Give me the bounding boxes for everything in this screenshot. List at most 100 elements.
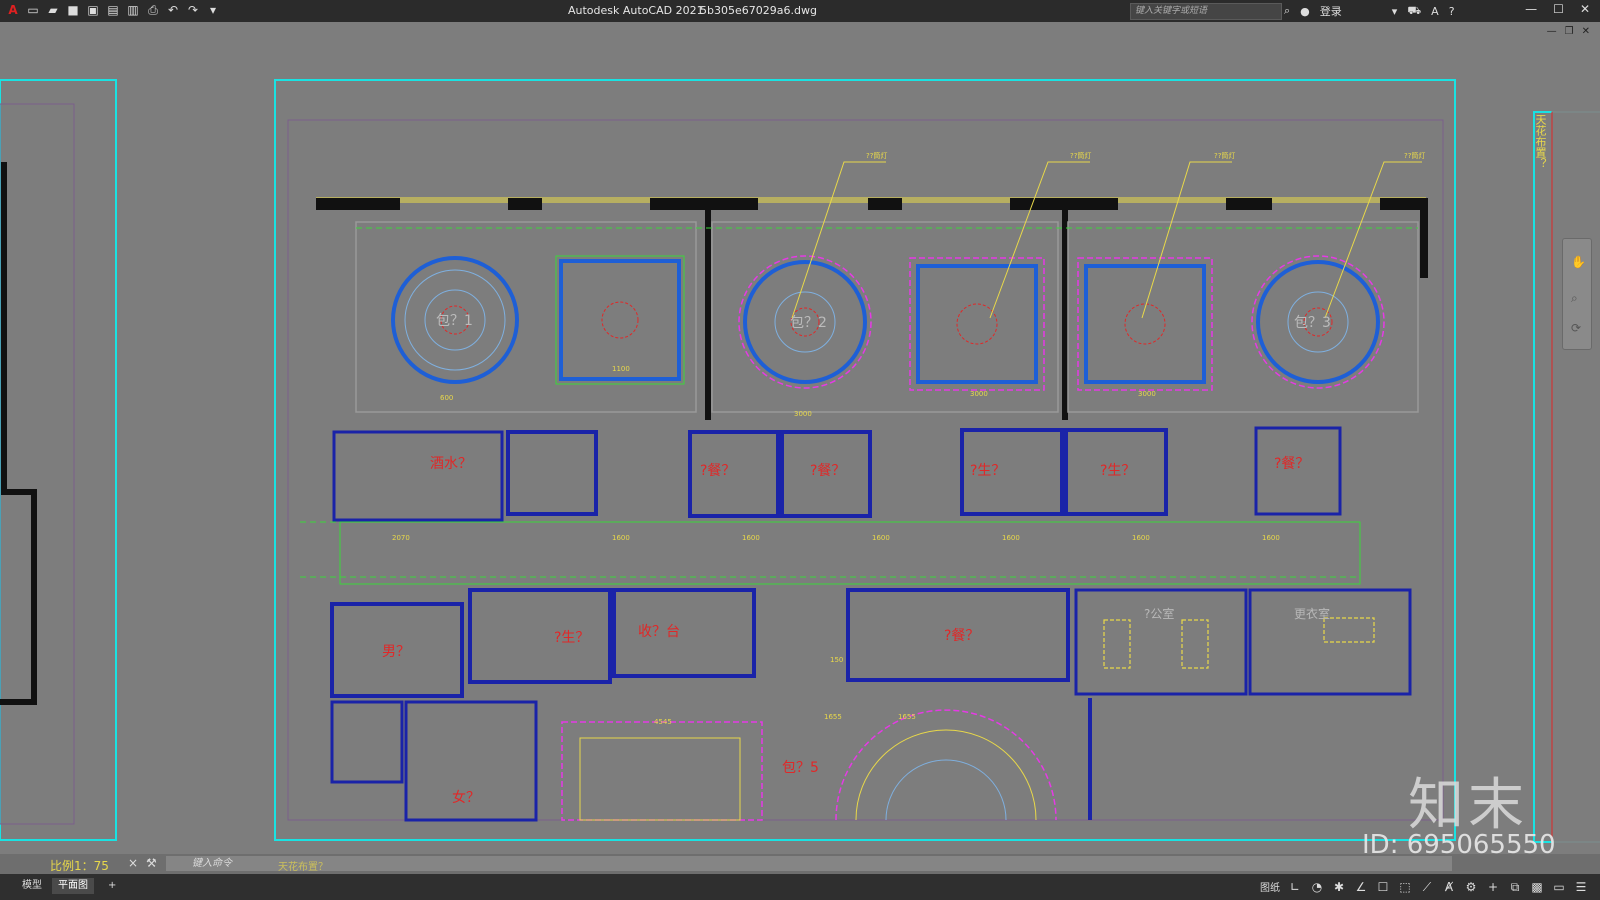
- publish-icon[interactable]: ▥: [126, 3, 140, 17]
- units-icon[interactable]: +: [1486, 880, 1500, 894]
- dim-text: 1600: [872, 534, 890, 542]
- customize-icon[interactable]: ▾: [206, 3, 220, 17]
- right-sheet-red: [1551, 111, 1600, 843]
- room-label-pkg1: 包？1: [436, 313, 473, 329]
- new-icon[interactable]: ▭: [26, 3, 40, 17]
- saveas-icon[interactable]: ▣: [86, 3, 100, 17]
- dim-text: 1600: [1262, 534, 1280, 542]
- zoom-icon[interactable]: ⌕: [1571, 291, 1578, 306]
- isolate-icon[interactable]: ⧉: [1508, 880, 1522, 894]
- room-label-stu3: ?生？: [554, 630, 589, 646]
- left-sheet-inner: [0, 103, 75, 825]
- undo-icon[interactable]: ↶: [166, 3, 180, 17]
- autocad-logo-icon[interactable]: A: [6, 3, 20, 17]
- room-labels: 酒水？ 包？1 包？2 包？3 包？5 ?餐？ ?餐？ ?餐？ ?餐？ ?生？ …: [382, 313, 1331, 806]
- window-controls: — ☐ ✕: [1525, 2, 1590, 16]
- layer-label: 天花布置？: [1534, 114, 1547, 169]
- selection-icon[interactable]: ⟋: [1420, 880, 1434, 894]
- drawing-canvas[interactable]: 1600 1600 1600 1600 1600 1600 2070 600 3…: [0, 22, 1600, 854]
- minimize-icon[interactable]: —: [1525, 2, 1537, 16]
- file-title: 5b305e67029a6.dwg: [700, 4, 817, 17]
- login-link[interactable]: 登录: [1320, 3, 1342, 19]
- osnap-icon[interactable]: ✱: [1332, 880, 1346, 894]
- save-icon[interactable]: ■: [66, 3, 80, 17]
- leader-label: ??筒灯: [1404, 151, 1425, 160]
- clean-screen-icon[interactable]: ▭: [1552, 880, 1566, 894]
- command-line-bar: 比例1：75 × ⚒ 键入命令 天花布置？: [0, 854, 1600, 874]
- left-sheet-frame: [0, 79, 117, 841]
- annotation-icon[interactable]: Ⱥ: [1442, 880, 1456, 894]
- dim-text: 3000: [970, 390, 988, 398]
- customize-icon[interactable]: ☰: [1574, 880, 1588, 894]
- print-icon[interactable]: ⎙: [146, 3, 160, 17]
- search-icon[interactable]: ⌕: [1284, 4, 1290, 18]
- command-hint: 天花布置？: [278, 862, 328, 873]
- user-icon[interactable]: ●: [1300, 5, 1310, 18]
- app-title: Autodesk AutoCAD 2021: [568, 4, 704, 17]
- search-input[interactable]: 键入关键字或短语: [1130, 3, 1282, 20]
- account-area: ⌕ ● 登录 ▾ ⛟ A ?: [1284, 3, 1455, 19]
- room-label-locker: 更衣室: [1294, 606, 1330, 621]
- dim-text: 1600: [742, 534, 760, 542]
- polar-icon[interactable]: ◔: [1310, 880, 1324, 894]
- room-label-cashier: 收？台: [638, 624, 680, 640]
- leader-label: ??筒灯: [1070, 151, 1091, 160]
- orbit-icon[interactable]: ⟳: [1571, 321, 1581, 335]
- pan-icon[interactable]: ✋: [1571, 255, 1586, 269]
- chevron-down-icon[interactable]: ▾: [1392, 5, 1398, 18]
- close-icon[interactable]: ✕: [1580, 2, 1590, 16]
- middle-rooms: [332, 426, 1361, 585]
- room-label-stu2: ?生？: [1100, 463, 1135, 479]
- room-label-wine: 酒水？: [430, 456, 472, 472]
- scale-label: 比例1：75: [50, 859, 109, 873]
- title-bar: A ▭ ▰ ■ ▣ ▤ ▥ ⎙ ↶ ↷ ▾ Autodesk AutoCAD 2…: [0, 0, 1600, 22]
- add-layout-button[interactable]: +: [102, 878, 122, 894]
- command-input[interactable]: 键入命令: [166, 856, 1452, 871]
- dim-text: 2070: [392, 534, 410, 542]
- open-icon[interactable]: ▰: [46, 3, 60, 17]
- upper-rooms: [300, 221, 1419, 578]
- tab-layout-plan[interactable]: 平面图: [52, 878, 94, 894]
- hardware-icon[interactable]: ▩: [1530, 880, 1544, 894]
- transparency-icon[interactable]: ⬚: [1398, 880, 1412, 894]
- cart-icon[interactable]: ⛟: [1407, 4, 1421, 19]
- redo-icon[interactable]: ↷: [186, 3, 200, 17]
- room-label-female: 女？: [452, 789, 480, 806]
- wrench-icon[interactable]: ⚒: [146, 856, 157, 870]
- maximize-icon[interactable]: ☐: [1553, 2, 1564, 16]
- dim-text: 3000: [794, 410, 812, 418]
- dim-text: 3000: [1138, 390, 1156, 398]
- room-label-meal3: ?餐？: [1274, 456, 1309, 472]
- dimension-texts: 1600 1600 1600 1600 1600 1600 2070 600 3…: [392, 365, 1280, 726]
- right-sheet-frame: [1533, 111, 1600, 843]
- snap-icon[interactable]: ∟: [1288, 880, 1302, 894]
- autodesk-app-icon[interactable]: A: [1431, 5, 1439, 18]
- leader-label: ??筒灯: [1214, 151, 1235, 160]
- close-command-icon[interactable]: ×: [128, 856, 138, 870]
- otrack-icon[interactable]: ∠: [1354, 880, 1368, 894]
- status-bar: 模型 平面图 + 图纸 ∟ ◔ ✱ ∠ ☐ ⬚ ⟋ Ⱥ ⚙ + ⧉ ▩ ▭ ☰: [0, 874, 1600, 900]
- dim-text: 1655: [898, 713, 916, 721]
- dim-text: 1600: [1132, 534, 1150, 542]
- dim-text: 600: [440, 394, 453, 402]
- tab-model[interactable]: 模型: [16, 878, 48, 894]
- left-sheet-wall: [0, 162, 37, 705]
- dim-text: 1100: [612, 365, 630, 373]
- navigation-bar[interactable]: ✋ ⌕ ⟳: [1562, 238, 1592, 350]
- help-icon[interactable]: ?: [1449, 5, 1455, 18]
- paper-space-label[interactable]: 图纸: [1260, 879, 1280, 894]
- dim-text: 1655: [824, 713, 842, 721]
- room-label-meal2: ?餐？: [810, 463, 845, 479]
- plot-preview-icon[interactable]: ▤: [106, 3, 120, 17]
- lineweight-icon[interactable]: ☐: [1376, 880, 1390, 894]
- room-label-pkg2: 包？2: [790, 315, 827, 331]
- workspace-icon[interactable]: ⚙: [1464, 880, 1478, 894]
- dim-text: 4545: [654, 718, 672, 726]
- room-label-meal1: ?餐？: [700, 463, 735, 479]
- room-label-office: ?公室: [1144, 606, 1174, 621]
- ceiling-square-3: [1077, 257, 1213, 391]
- status-toggles: 图纸 ∟ ◔ ✱ ∠ ☐ ⬚ ⟋ Ⱥ ⚙ + ⧉ ▩ ▭ ☰: [1260, 879, 1588, 895]
- room-label-male: 男？: [382, 644, 410, 660]
- dim-text: 1600: [612, 534, 630, 542]
- quick-access-toolbar: A ▭ ▰ ■ ▣ ▤ ▥ ⎙ ↶ ↷ ▾: [6, 3, 220, 17]
